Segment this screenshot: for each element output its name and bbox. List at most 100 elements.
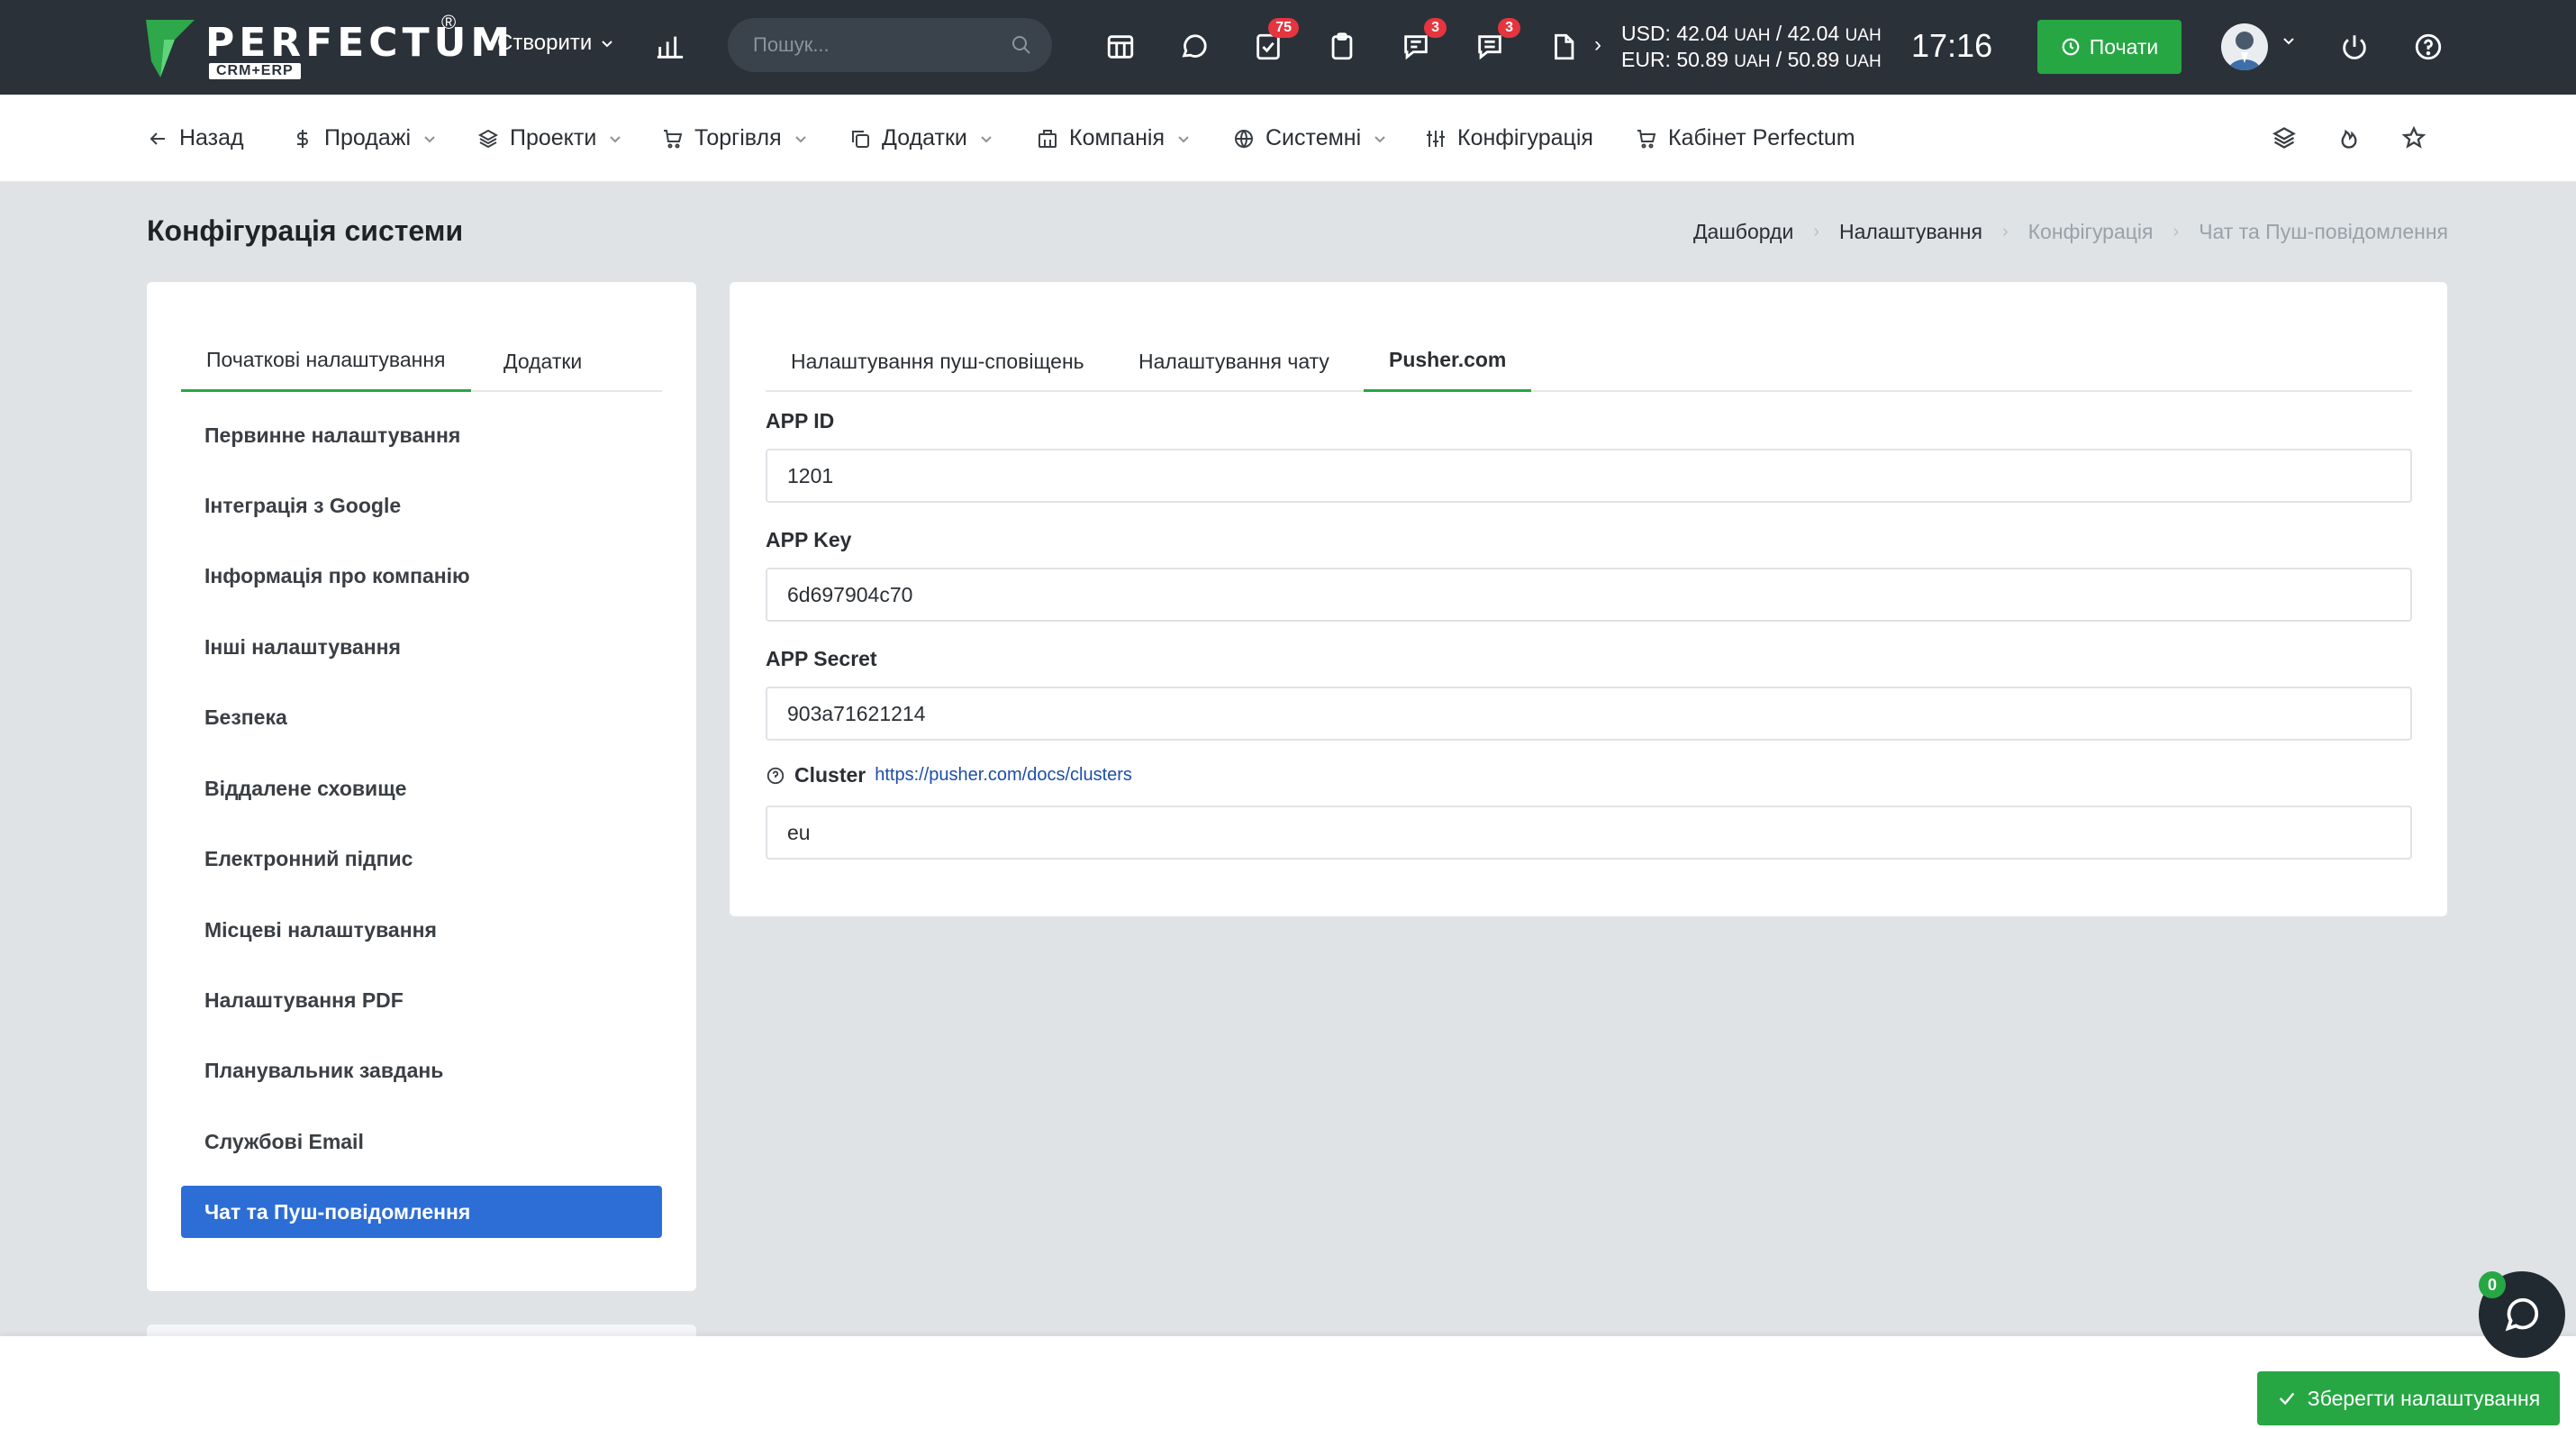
sidebar-item-chat-push[interactable]: Чат та Пуш-повідомлення: [181, 1186, 662, 1238]
messages-badge: 3: [1498, 18, 1520, 38]
search-icon[interactable]: [1011, 34, 1032, 56]
sidebar-item-pdf[interactable]: Налаштування PDF: [181, 974, 662, 1026]
settings-tabs: Налаштування пуш-сповіщень Налаштування …: [766, 331, 2412, 392]
tab-chat-settings[interactable]: Налаштування чату: [1113, 331, 1355, 392]
app-key-label: APP Key: [766, 528, 852, 551]
brand-logo[interactable]: PERFECTUM ® CRM+ERP: [144, 11, 510, 81]
chevron-down-icon: [1178, 135, 1189, 142]
breadcrumb-separator-icon: ›: [2172, 222, 2180, 241]
nav-back[interactable]: Назад: [147, 125, 244, 151]
nav-trade[interactable]: Торгівля: [662, 125, 807, 151]
breadcrumb-dashboards[interactable]: Дашборди: [1693, 220, 1793, 244]
tasks-button[interactable]: 75: [1248, 18, 1299, 67]
power-icon: [2343, 35, 2366, 59]
layers-icon: [477, 129, 499, 148]
sidebar-item-e-signature[interactable]: Електронний підпис: [181, 833, 662, 885]
sidebar-item-company-info[interactable]: Інформація про компанію: [181, 550, 662, 602]
cluster-docs-link[interactable]: https://pusher.com/docs/clusters: [875, 765, 1132, 786]
main-nav: Назад Продажі Проекти Торгівля Додатки К…: [0, 95, 2576, 182]
cluster-label: Cluster: [794, 763, 866, 787]
chat-widget-badge: 0: [2479, 1271, 2506, 1298]
currency-rates: USD: 42.04 UAH / 42.04 UAH EUR: 50.89 UA…: [1621, 22, 1882, 74]
breadcrumb-separator-icon: ›: [2001, 222, 2009, 241]
document-button[interactable]: [1544, 27, 1583, 67]
chat-bubble-icon: [1182, 34, 1207, 58]
brand-subtitle: CRM+ERP: [209, 63, 301, 79]
top-bar: PERFECTUM ® CRM+ERP Створити 75 3 3 › US…: [0, 0, 2576, 95]
create-dropdown[interactable]: Створити: [497, 31, 613, 56]
app-id-label: APP ID: [766, 409, 835, 432]
chevron-down-icon: [794, 135, 806, 142]
sidebar-item-security[interactable]: Безпека: [181, 691, 662, 743]
app-key-input[interactable]: [766, 568, 2412, 622]
favorites-button[interactable]: [2401, 125, 2428, 152]
tab-initial-settings[interactable]: Початкові налаштування: [181, 331, 471, 392]
bottom-action-bar: Зберегти налаштування: [0, 1336, 2576, 1429]
nav-config[interactable]: Конфігурація: [1425, 125, 1593, 151]
sidebar-item-remote-storage[interactable]: Віддалене сховище: [181, 762, 662, 815]
chat-widget-button[interactable]: 0: [2479, 1271, 2565, 1358]
sidebar-item-primary[interactable]: Первинне налаштування: [181, 409, 662, 461]
sidebar-item-locale[interactable]: Місцеві налаштування: [181, 904, 662, 956]
chat-button[interactable]: 3: [1396, 18, 1447, 67]
help-button[interactable]: [2408, 27, 2448, 67]
nav-company[interactable]: Компанія: [1037, 125, 1190, 151]
nav-cabinet[interactable]: Кабінет Perfectum: [1636, 125, 1855, 151]
logout-button[interactable]: [2335, 27, 2374, 67]
cart-icon: [664, 129, 683, 148]
chat-badge: 3: [1424, 18, 1447, 38]
avatar[interactable]: [2221, 23, 2268, 70]
breadcrumb-settings[interactable]: Налаштування: [1839, 220, 1982, 244]
nav-system[interactable]: Системні: [1233, 125, 1386, 151]
save-settings-button[interactable]: Зберегти налаштування: [2257, 1371, 2560, 1425]
layers-button[interactable]: [2272, 125, 2299, 152]
messages-button[interactable]: 3: [1470, 18, 1520, 67]
cluster-input[interactable]: [766, 806, 2412, 860]
sliders-icon: [1427, 130, 1445, 147]
help-circle-icon[interactable]: [766, 766, 785, 786]
chevron-down-icon: [610, 135, 621, 142]
nav-sales[interactable]: Продажі: [292, 125, 436, 151]
app-id-input[interactable]: [766, 449, 2412, 503]
check-icon: [2279, 1392, 2295, 1406]
message-lines-icon: [1478, 35, 1501, 60]
tab-pusher[interactable]: Pusher.com: [1364, 331, 1532, 392]
sidebar-item-service-email[interactable]: Службові Email: [181, 1115, 662, 1168]
sidebar-item-scheduler[interactable]: Планувальник завдань: [181, 1044, 662, 1097]
tab-addons[interactable]: Додатки: [478, 331, 607, 392]
create-label: Створити: [497, 31, 593, 55]
sidebar-tabs: Початкові налаштування Додатки: [181, 331, 662, 392]
clock: 17:16: [1911, 27, 1993, 64]
hot-button[interactable]: [2336, 125, 2363, 152]
clipboard-button[interactable]: [1322, 27, 1362, 67]
bar-chart-icon: [657, 36, 684, 59]
search-input[interactable]: [753, 18, 996, 72]
nav-projects[interactable]: Проекти: [477, 125, 621, 151]
nav-addons[interactable]: Додатки: [849, 125, 993, 151]
cart-icon: [1637, 129, 1656, 148]
cluster-label-row: Cluster https://pusher.com/docs/clusters: [766, 763, 1132, 787]
help-icon: [2415, 33, 2442, 60]
comments-button[interactable]: [1175, 27, 1214, 67]
breadcrumb-current: Чат та Пуш-повідомлення: [2199, 220, 2448, 243]
chevron-down-icon[interactable]: [2282, 34, 2295, 47]
calendar-button[interactable]: [1101, 27, 1140, 67]
pusher-settings-card: Налаштування пуш-сповіщень Налаштування …: [730, 282, 2447, 916]
page-title: Конфігурація системи: [147, 214, 464, 247]
sidebar-item-google[interactable]: Інтеграція з Google: [181, 479, 662, 532]
chevron-down-icon: [602, 41, 613, 48]
usd-rate: USD: 42.04 UAH / 42.04 UAH: [1621, 22, 1882, 45]
sidebar-item-other[interactable]: Інші налаштування: [181, 621, 662, 673]
search-box[interactable]: [728, 18, 1052, 72]
breadcrumb-config[interactable]: Конфігурація: [2028, 220, 2154, 244]
clipboard-icon: [1331, 32, 1353, 60]
settings-sidebar: Початкові налаштування Додатки Первинне …: [147, 282, 696, 1291]
clock-icon: [2062, 38, 2080, 56]
tab-push-settings[interactable]: Налаштування пуш-сповіщень: [766, 331, 1110, 392]
rates-chevron-icon[interactable]: ›: [1594, 32, 1601, 58]
tasks-badge: 75: [1268, 18, 1299, 38]
document-icon: [1555, 33, 1574, 60]
stats-button[interactable]: [650, 27, 690, 67]
app-secret-input[interactable]: [766, 687, 2412, 741]
start-button[interactable]: Почати: [2037, 20, 2181, 74]
